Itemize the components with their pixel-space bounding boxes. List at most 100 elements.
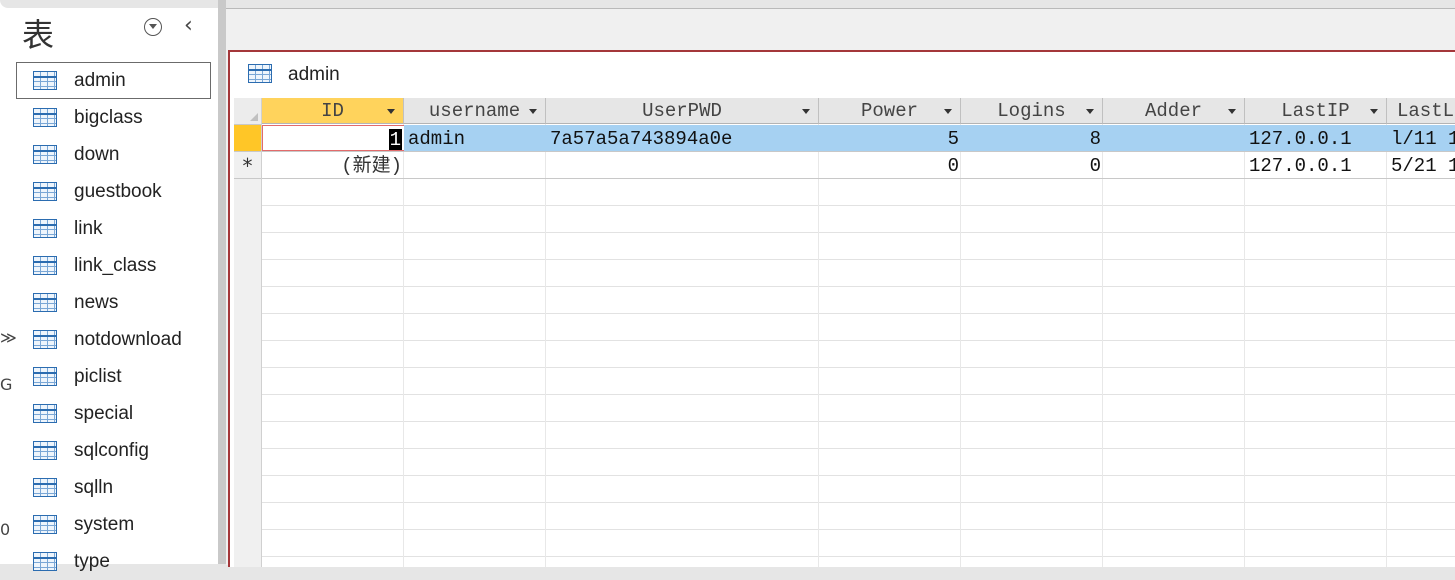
table-icon (33, 182, 57, 201)
nav-item-link[interactable]: link (16, 210, 211, 247)
table-icon (33, 441, 57, 460)
cell-lastip[interactable]: 127.0.0.1 (1247, 125, 1387, 151)
table-icon (33, 145, 57, 164)
chevron-down-circle-icon[interactable] (144, 18, 162, 36)
cell-adder[interactable] (1103, 125, 1245, 151)
column-header-label: Power (860, 100, 918, 122)
table-icon (33, 71, 57, 90)
nav-item-label: system (74, 514, 135, 535)
document-area: admin * ID username UserPWD Power Logins… (226, 8, 1455, 567)
column-header-label: LastLo (1397, 100, 1455, 122)
nav-item-label: piclist (74, 366, 122, 387)
nav-item-label: notdownload (74, 329, 182, 350)
table-icon (33, 219, 57, 238)
cell-value: 1 (388, 129, 402, 151)
column-header-label: Logins (997, 100, 1066, 122)
chevron-left-icon[interactable]: ‹ (184, 14, 193, 38)
column-header-label: LastIP (1281, 100, 1350, 122)
nav-item-label: sqlln (74, 477, 114, 498)
nav-item-news[interactable]: news (16, 284, 211, 321)
table-icon (33, 256, 57, 275)
nav-item-sqlconfig[interactable]: sqlconfig (16, 432, 211, 469)
dropdown-arrow-icon[interactable] (802, 109, 810, 114)
new-record-selector[interactable]: * (234, 152, 261, 179)
cell-id[interactable]: 1 (262, 125, 404, 151)
navigation-header: 表 ‹ (0, 8, 218, 55)
table-icon (33, 515, 57, 534)
nav-item-link-class[interactable]: link_class (16, 247, 211, 284)
nav-item-piclist[interactable]: piclist (16, 358, 211, 395)
cropped-text-fragment: G (0, 375, 13, 394)
table-icon (33, 108, 57, 127)
select-all-button[interactable] (234, 98, 261, 125)
nav-item-system[interactable]: system (16, 506, 211, 543)
table-icon (33, 330, 57, 349)
nav-item-label: bigclass (74, 107, 143, 128)
cell-lastip-new[interactable]: 127.0.0.1 (1247, 152, 1387, 178)
nav-item-notdownload[interactable]: notdownload (16, 321, 211, 358)
table-icon (33, 404, 57, 423)
column-header-label: ID (321, 100, 344, 122)
nav-item-down[interactable]: down (16, 136, 211, 173)
dropdown-arrow-icon[interactable] (387, 109, 395, 114)
datasheet-window: admin * ID username UserPWD Power Logins… (228, 50, 1455, 567)
navigation-pane: 表 ‹ admin bigclass down guestbook link l… (0, 0, 219, 572)
nav-item-label: link (74, 218, 103, 239)
nav-item-label: admin (74, 70, 126, 91)
cell-lastlogin-new[interactable]: 5/21 13 (1389, 152, 1455, 178)
nav-item-label: type (74, 551, 110, 572)
column-header-adder[interactable]: Adder (1103, 98, 1245, 124)
dropdown-arrow-icon[interactable] (944, 109, 952, 114)
cropped-text-fragment: 0 (0, 520, 11, 539)
column-header-userpwd[interactable]: UserPWD (546, 98, 819, 124)
column-header-logins[interactable]: Logins (961, 98, 1103, 124)
table-icon (248, 64, 272, 83)
dropdown-arrow-icon[interactable] (1086, 109, 1094, 114)
nav-item-sqlln[interactable]: sqlln (16, 469, 211, 506)
column-header-power[interactable]: Power (819, 98, 961, 124)
pane-splitter[interactable] (218, 0, 226, 564)
nav-item-label: down (74, 144, 120, 165)
document-tab-label: admin (288, 64, 340, 85)
nav-item-label: news (74, 292, 119, 313)
table-icon (33, 293, 57, 312)
cell-logins[interactable]: 8 (961, 125, 1103, 151)
cell-adder-new[interactable] (1103, 152, 1245, 178)
column-header-label: UserPWD (642, 100, 722, 122)
cell-username-new[interactable] (406, 152, 546, 178)
nav-item-label: special (74, 403, 134, 424)
column-header-label: username (428, 100, 521, 122)
nav-item-guestbook[interactable]: guestbook (16, 173, 211, 210)
datasheet-grid: * ID username UserPWD Power Logins Adder… (234, 98, 1455, 567)
table-icon (33, 478, 57, 497)
cell-lastlogin[interactable]: l/11 17 (1389, 125, 1455, 151)
nav-item-type[interactable]: type (16, 543, 211, 580)
dropdown-arrow-icon[interactable] (1370, 109, 1378, 114)
table-icon (33, 367, 57, 386)
navigation-title: 表 (22, 16, 55, 54)
record-selector-current[interactable] (234, 125, 261, 152)
cell-logins-new[interactable]: 0 (961, 152, 1103, 178)
nav-item-bigclass[interactable]: bigclass (16, 99, 211, 136)
record-selector-column: * (234, 98, 262, 567)
table-list: admin bigclass down guestbook link link_… (16, 62, 211, 580)
cell-userpwd[interactable]: 7a57a5a743894a0e (548, 125, 819, 151)
nav-item-label: sqlconfig (74, 440, 149, 461)
cell-userpwd-new[interactable] (548, 152, 819, 178)
nav-item-admin[interactable]: admin (16, 62, 211, 99)
column-header-id[interactable]: ID (262, 98, 404, 124)
nav-item-label: link_class (74, 255, 157, 276)
column-header-lastip[interactable]: LastIP (1245, 98, 1387, 124)
cell-id-new[interactable]: (新建) (262, 152, 404, 178)
dropdown-arrow-icon[interactable] (529, 109, 537, 114)
cell-power[interactable]: 5 (819, 125, 961, 151)
cell-power-new[interactable]: 0 (819, 152, 961, 178)
dropdown-arrow-icon[interactable] (1228, 109, 1236, 114)
cropped-text-fragment: ≫ (0, 328, 17, 347)
column-header-label: Adder (1144, 100, 1202, 122)
column-header-username[interactable]: username (404, 98, 546, 124)
nav-item-special[interactable]: special (16, 395, 211, 432)
column-header-lastlogin[interactable]: LastLo (1387, 98, 1455, 124)
nav-item-label: guestbook (74, 181, 162, 202)
cell-username[interactable]: admin (406, 125, 546, 151)
